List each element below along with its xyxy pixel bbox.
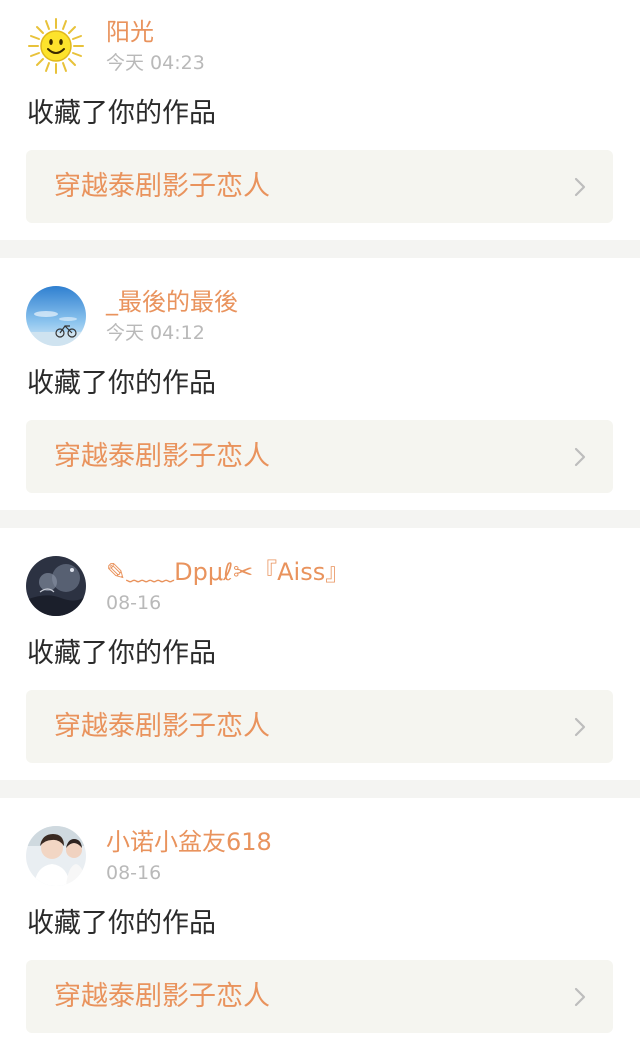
chevron-right-icon <box>573 447 587 467</box>
action-text: 收藏了你的作品 <box>27 908 216 939</box>
work-title: 穿越泰剧影子恋人 <box>54 711 270 742</box>
timestamp: 今天 04:12 <box>106 322 205 344</box>
avatar[interactable] <box>26 16 86 76</box>
dark-scene-avatar-icon <box>26 556 86 616</box>
action-text: 收藏了你的作品 <box>27 368 216 399</box>
notification-feed: 阳光 今天 04:23 收藏了你的作品 穿越泰剧影子恋人 _最後的最後 今天 0… <box>0 0 640 1042</box>
username[interactable]: _最後的最後 <box>106 286 238 318</box>
sun-avatar-icon <box>26 16 86 76</box>
username[interactable]: 阳光 <box>106 16 154 48</box>
sky-bicycle-avatar-icon <box>26 286 86 346</box>
timestamp: 今天 04:23 <box>106 52 205 74</box>
divider <box>0 240 640 258</box>
action-text: 收藏了你的作品 <box>27 98 216 129</box>
avatar[interactable] <box>26 286 86 346</box>
divider <box>0 510 640 528</box>
avatar[interactable] <box>26 826 86 886</box>
work-link[interactable]: 穿越泰剧影子恋人 <box>26 420 613 493</box>
notification-item: ✎﹏﹏Dpμℓ✂『Aiss』 08-16 收藏了你的作品 穿越泰剧影子恋人 <box>0 528 640 780</box>
work-link[interactable]: 穿越泰剧影子恋人 <box>26 690 613 763</box>
action-text: 收藏了你的作品 <box>27 638 216 669</box>
work-title: 穿越泰剧影子恋人 <box>54 171 270 202</box>
divider <box>0 780 640 798</box>
work-link[interactable]: 穿越泰剧影子恋人 <box>26 960 613 1033</box>
notification-item: _最後的最後 今天 04:12 收藏了你的作品 穿越泰剧影子恋人 <box>0 258 640 510</box>
work-link[interactable]: 穿越泰剧影子恋人 <box>26 150 613 223</box>
work-title: 穿越泰剧影子恋人 <box>54 981 270 1012</box>
chevron-right-icon <box>573 987 587 1007</box>
username[interactable]: ✎﹏﹏Dpμℓ✂『Aiss』 <box>106 556 349 588</box>
notification-item: 阳光 今天 04:23 收藏了你的作品 穿越泰剧影子恋人 <box>0 0 640 240</box>
person-photo-avatar-icon <box>26 826 86 886</box>
timestamp: 08-16 <box>106 592 162 614</box>
username[interactable]: 小诺小盆友618 <box>106 826 272 858</box>
chevron-right-icon <box>573 177 587 197</box>
notification-item: 小诺小盆友618 08-16 收藏了你的作品 穿越泰剧影子恋人 <box>0 798 640 1042</box>
avatar[interactable] <box>26 556 86 616</box>
chevron-right-icon <box>573 717 587 737</box>
work-title: 穿越泰剧影子恋人 <box>54 441 270 472</box>
timestamp: 08-16 <box>106 862 162 884</box>
